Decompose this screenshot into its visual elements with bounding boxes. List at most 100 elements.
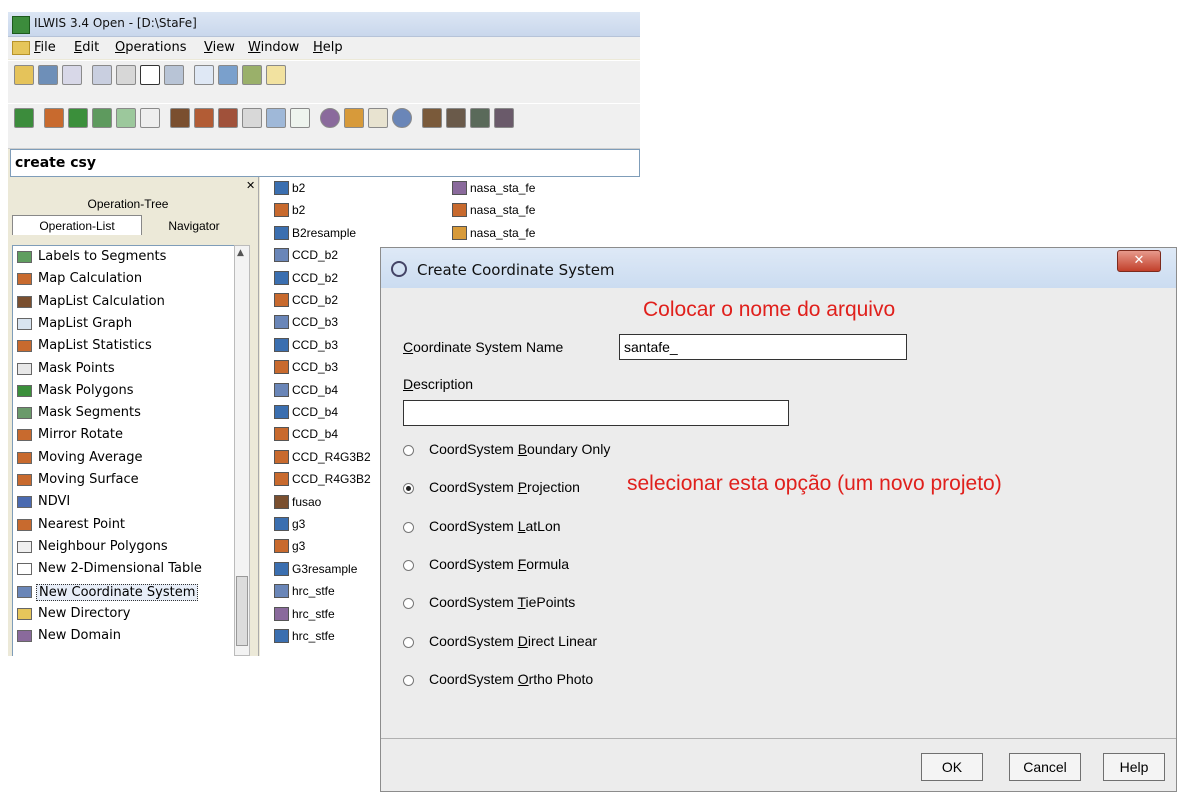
catalog-item-icon [274,337,289,352]
operation-item[interactable]: MapList Statistics [15,337,230,357]
catalog-item-icon [274,561,289,576]
scrollbar-thumb[interactable] [236,576,248,646]
operation-icon [17,407,32,420]
tab-operation-tree[interactable]: Operation-Tree [28,197,228,211]
operation-item[interactable]: Labels to Segments [15,248,230,268]
scroll-up-arrow-icon[interactable]: ▲ [237,248,244,258]
operation-item[interactable]: NDVI [15,493,230,513]
operation-item[interactable]: New Directory [15,605,230,625]
operation-item[interactable]: New Coordinate System [15,583,230,603]
catalog-item-icon [274,494,289,509]
command-line-text: create csy [15,155,96,171]
option-label-part: B [517,441,528,457]
ok-button[interactable]: OK [921,753,983,781]
catalog-item-label: g3 [292,539,306,554]
paste-icon[interactable] [116,65,136,85]
option-label-part: rtho Photo [528,670,594,687]
domain-icon[interactable] [320,108,340,128]
menu-file[interactable]: File [34,40,56,55]
menu-view[interactable]: View [204,40,235,55]
operation-list-scrollbar[interactable]: ▲ [234,245,250,656]
cancel-button[interactable]: Cancel [1009,753,1081,781]
point-map-icon[interactable] [116,108,136,128]
operation-label: Neighbour Polygons [38,538,168,554]
delete-icon[interactable] [140,65,160,85]
operation-item[interactable]: Map Calculation [15,270,230,290]
polygon-map-icon[interactable] [68,108,88,128]
catalog-item-icon [274,472,289,487]
radio-button[interactable] [403,674,414,686]
properties-icon[interactable] [62,65,82,85]
option-label-part: L [517,517,526,534]
segment-map-icon[interactable] [92,108,112,128]
operation-label: Mask Segments [38,405,141,421]
help-button[interactable]: Help [1103,753,1165,781]
operation-item[interactable]: New Domain [15,627,230,647]
graph-icon[interactable] [266,108,286,128]
annotation-icon[interactable] [242,108,262,128]
option-label-part: iePoints [525,594,576,611]
coordinate-system-name-input[interactable]: santafe_ [619,334,907,360]
sample-set-icon[interactable] [422,108,442,128]
map-view-icon[interactable] [194,108,214,128]
catalog-item-icon [274,449,289,464]
description-input[interactable] [403,400,789,426]
operation-label: Labels to Segments [38,249,167,264]
operation-item[interactable]: Mask Segments [15,404,230,424]
table-icon[interactable] [140,108,160,128]
raster-map-icon[interactable] [44,108,64,128]
create-coordinate-system-dialog: Create Coordinate System ✕ Colocar o nom… [380,247,1177,792]
close-button[interactable]: ✕ [1117,250,1161,272]
operation-item[interactable]: Nearest Point [15,516,230,536]
tab-operation-list[interactable]: Operation-List [12,215,142,235]
menu-help[interactable]: Help [313,40,343,55]
radio-button[interactable] [403,636,414,648]
stereo-pair-icon[interactable] [446,108,466,128]
operation-icon [17,607,32,620]
menu-operations[interactable]: Operations [115,40,186,55]
menu-edit[interactable]: Edit [74,40,99,55]
up-folder-icon[interactable] [266,65,286,85]
operation-icon [17,317,32,330]
representation-icon[interactable] [344,108,364,128]
function-icon[interactable] [494,108,514,128]
operation-item[interactable]: New 2-Dimensional Table [15,560,230,580]
operation-item[interactable]: Mirror Rotate [15,426,230,446]
catalog-item-label: b2 [292,203,306,218]
command-line-input[interactable]: create csy [10,149,640,177]
operation-item[interactable]: Mask Polygons [15,382,230,402]
georeference-icon[interactable] [368,108,388,128]
open-icon[interactable] [14,65,34,85]
operation-item[interactable]: Neighbour Polygons [15,538,230,558]
radio-button[interactable] [403,559,414,571]
catalog-item-icon [452,203,467,218]
radio-button[interactable] [403,521,414,533]
operation-item[interactable]: MapList Graph [15,315,230,335]
chart-icon[interactable] [290,108,310,128]
panel-close-icon[interactable]: ✕ [246,179,255,192]
toggle-view-icon[interactable] [194,65,214,85]
operation-item[interactable]: Moving Surface [15,471,230,491]
details-view-icon[interactable] [242,65,262,85]
map-list-icon[interactable] [170,108,190,128]
coordinate-system-icon[interactable] [392,108,412,128]
show-icon[interactable] [38,65,58,85]
list-view-icon[interactable] [218,65,238,85]
annotation-option: selecionar esta opção (um novo projeto) [627,472,1002,495]
copy-icon[interactable] [92,65,112,85]
ilwis-logo-icon[interactable] [14,108,34,128]
object-properties-icon[interactable] [164,65,184,85]
tab-navigator[interactable]: Navigator [144,219,244,233]
operation-item[interactable]: Mask Points [15,360,230,380]
operation-icon [17,451,32,464]
layout-icon[interactable] [218,108,238,128]
script-icon[interactable] [470,108,490,128]
menu-window[interactable]: Window [248,40,299,55]
operation-item[interactable]: MapList Calculation [15,293,230,313]
operation-item[interactable]: Moving Average [15,449,230,469]
radio-button[interactable] [403,598,414,610]
radio-button[interactable] [403,445,414,456]
option-label-part: oundary Only [527,441,611,457]
catalog-item-label: hrc_stfe [292,629,335,643]
radio-button[interactable] [403,483,414,495]
